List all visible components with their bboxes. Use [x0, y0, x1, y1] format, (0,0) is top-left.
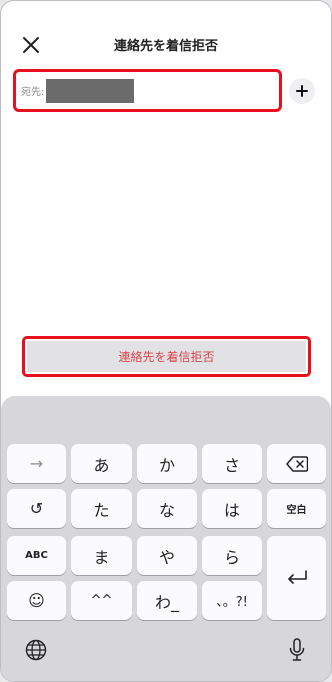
- block-contact-screen: 連絡先を着信拒否 宛先: 連絡先を着信拒否 → あ か さ ↺ た な は 空白…: [0, 0, 332, 682]
- delete-icon: [285, 455, 308, 472]
- globe-icon: [25, 639, 47, 661]
- key-ha[interactable]: は: [202, 489, 262, 528]
- key-return[interactable]: [267, 536, 326, 620]
- key-undo[interactable]: ↺: [7, 489, 66, 528]
- key-sa[interactable]: さ: [202, 444, 262, 483]
- key-emoji[interactable]: ☺: [7, 581, 66, 620]
- key-punctuation[interactable]: 、。?!: [202, 581, 262, 620]
- page-title: 連絡先を着信拒否: [113, 39, 218, 54]
- japanese-kana-keyboard: → あ か さ ↺ た な は 空白 ABC ま や ら ☺ ^^ わ_ 、。?…: [1, 396, 331, 681]
- add-contact-button[interactable]: [289, 78, 315, 104]
- header: 連絡先を着信拒否: [1, 1, 331, 61]
- recipient-label: 宛先:: [21, 87, 45, 98]
- recipient-value-redacted: [46, 78, 135, 103]
- key-ya[interactable]: や: [137, 536, 197, 575]
- block-contact-button[interactable]: 連絡先を着信拒否: [27, 341, 306, 372]
- block-button-highlight: 連絡先を着信拒否: [22, 336, 311, 377]
- key-ra[interactable]: ら: [202, 536, 262, 575]
- key-kaomoji[interactable]: ^^: [71, 581, 132, 620]
- key-na[interactable]: な: [137, 489, 197, 528]
- key-ta[interactable]: た: [71, 489, 132, 528]
- return-icon: [287, 570, 307, 584]
- key-delete[interactable]: [267, 444, 326, 483]
- key-ma[interactable]: ま: [71, 536, 132, 575]
- recipient-field[interactable]: 宛先:: [13, 69, 282, 112]
- key-a[interactable]: あ: [71, 444, 132, 483]
- key-ka[interactable]: か: [137, 444, 197, 483]
- key-arrow[interactable]: →: [7, 444, 66, 483]
- microphone-icon: [289, 638, 305, 661]
- globe-button[interactable]: [23, 637, 49, 663]
- plus-icon: [296, 85, 308, 97]
- key-space[interactable]: 空白: [267, 489, 326, 528]
- microphone-button[interactable]: [285, 637, 309, 663]
- key-abc[interactable]: ABC: [7, 536, 66, 575]
- key-wa[interactable]: わ_: [137, 581, 197, 620]
